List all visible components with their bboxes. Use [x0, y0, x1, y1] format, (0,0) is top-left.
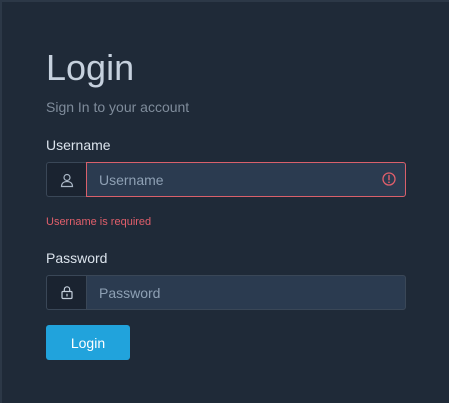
lock-icon: [46, 275, 86, 310]
page-title: Login: [46, 47, 135, 88]
username-error-message: Username is required: [46, 216, 152, 228]
password-input[interactable]: [86, 275, 406, 310]
username-input[interactable]: [86, 162, 406, 197]
username-input-group: [46, 162, 406, 197]
error-circle-icon: [382, 172, 396, 186]
login-button[interactable]: Login: [46, 325, 130, 360]
password-input-group: [46, 275, 406, 310]
username-label: Username: [46, 137, 111, 153]
login-card: Login Sign In to your account Username U…: [2, 2, 449, 403]
user-icon: [46, 162, 86, 197]
page-subtitle: Sign In to your account: [46, 99, 190, 115]
password-label: Password: [46, 250, 108, 266]
